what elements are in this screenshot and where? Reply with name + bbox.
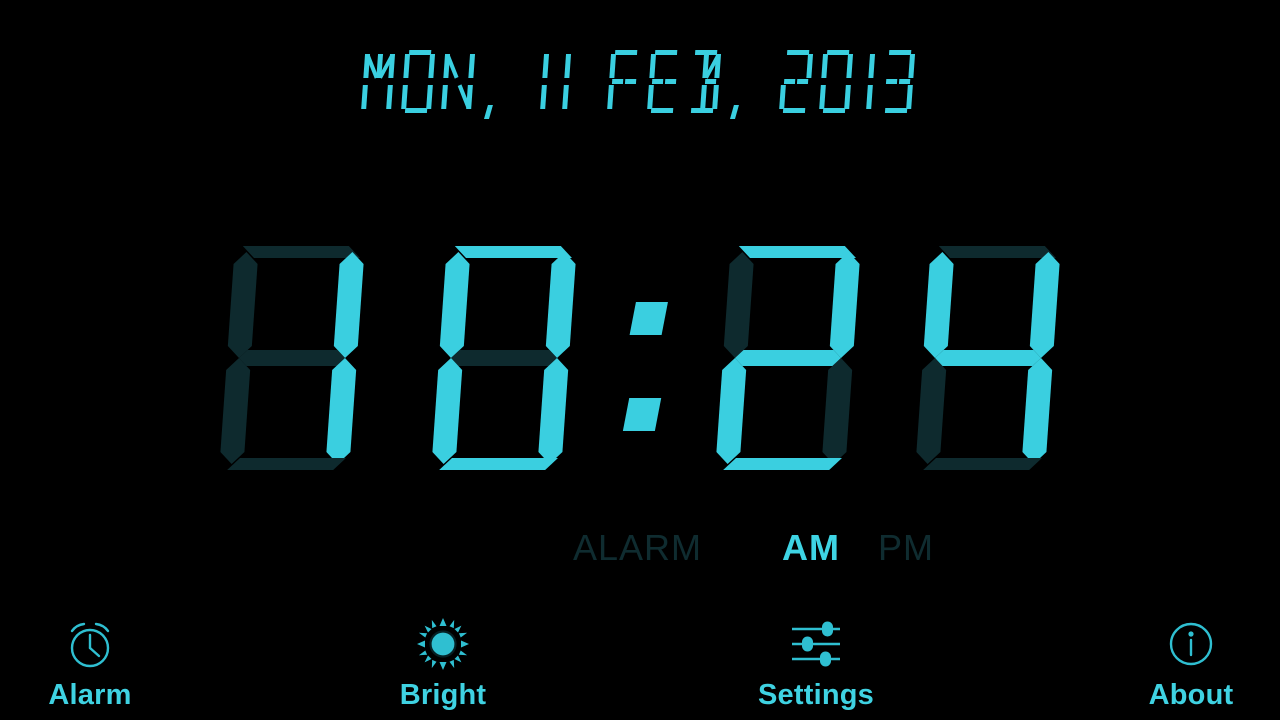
date-char-M — [358, 49, 403, 117]
clock-colon-separator — [615, 240, 678, 476]
clock-digit-minute-tens — [701, 240, 876, 476]
clock-digit-hour-tens — [205, 240, 380, 476]
date-space-3 — [746, 49, 781, 117]
pm-indicator: PM — [878, 527, 934, 568]
info-circle-icon — [1091, 616, 1280, 672]
date-display: MON, 11 FEB, 2013 — [0, 48, 1280, 119]
clock-digit-minute-ones — [901, 240, 1076, 476]
date-space-1 — [500, 49, 535, 117]
date-char-0 — [816, 49, 861, 117]
alarm-indicator: ALARM — [573, 527, 703, 568]
clock-digit-hour-ones — [417, 240, 592, 476]
toolbar-button-alarm[interactable]: Alarm — [0, 616, 190, 712]
sliders-icon — [716, 616, 916, 672]
colon-dot-top — [629, 302, 668, 335]
clock-app-screen: MON, 11 FEB, 2013 — [0, 0, 1280, 720]
toolbar-button-about[interactable]: About — [1091, 616, 1280, 712]
toolbar-button-settings[interactable]: Settings — [716, 616, 916, 712]
date-char-3 — [878, 49, 923, 117]
toolbar-label-alarm: Alarm — [48, 679, 132, 711]
alarm-clock-icon — [0, 616, 190, 672]
toolbar-label-bright: Bright — [399, 679, 487, 711]
date-space-2 — [574, 49, 609, 117]
date-char-B — [684, 49, 729, 117]
date-char-N — [438, 49, 483, 117]
indicator-row: ALARM AM PM — [0, 524, 1280, 572]
time-display[interactable]: 10:24 — [0, 238, 1280, 478]
date-char-O — [398, 49, 443, 117]
bottom-toolbar: Alarm Bright Settings About — [0, 592, 1280, 720]
date-char-F — [604, 49, 649, 117]
toolbar-label-settings: Settings — [758, 679, 874, 711]
toolbar-label-about: About — [1148, 679, 1234, 711]
date-char-E — [644, 49, 689, 117]
date-char-2 — [776, 49, 821, 117]
toolbar-button-bright[interactable]: Bright — [343, 616, 543, 712]
am-indicator: AM — [782, 527, 840, 568]
sun-icon — [343, 616, 543, 672]
colon-dot-bottom — [622, 398, 662, 431]
